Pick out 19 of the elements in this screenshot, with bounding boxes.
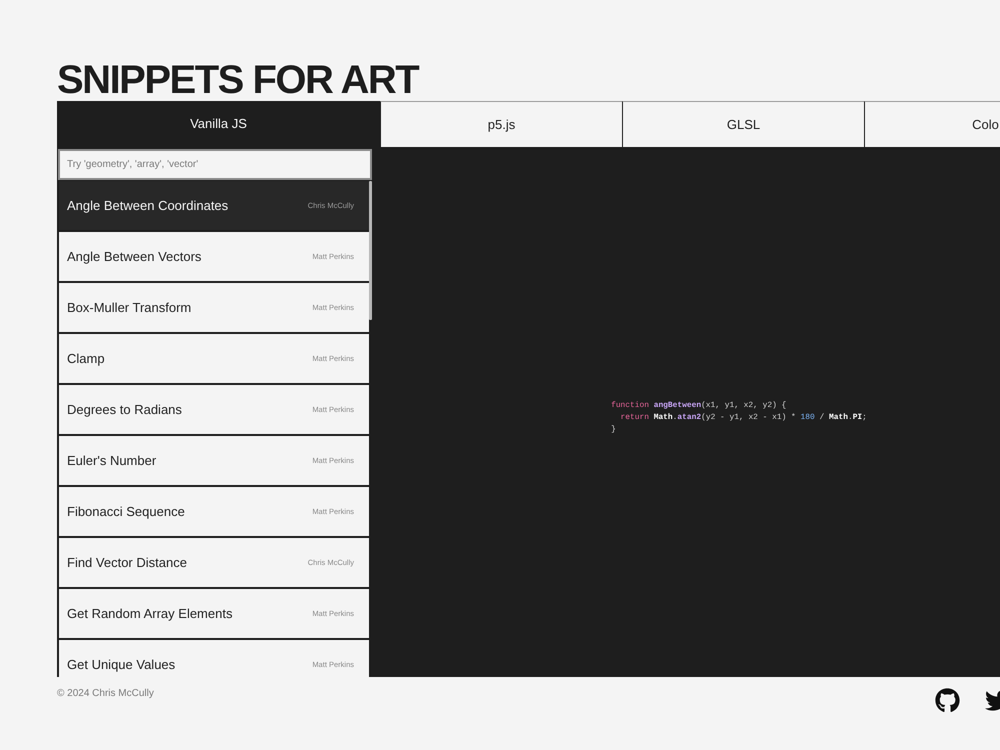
scrollbar-thumb[interactable] xyxy=(369,181,372,320)
copyright-text: © 2024 Chris McCully xyxy=(57,688,154,700)
snippet-title: Get Unique Values xyxy=(67,656,176,674)
snippet-title: Euler's Number xyxy=(67,452,156,470)
tab[interactable]: Vanilla JS xyxy=(57,101,380,147)
snippet-title: Fibonacci Sequence xyxy=(67,502,185,521)
snippet-title: Find Vector Distance xyxy=(67,554,187,572)
tab[interactable]: Colo xyxy=(864,101,1000,147)
search-field[interactable]: Try 'geometry', 'array', 'vector' xyxy=(58,149,372,180)
snippet-title: Get Random Array Elements xyxy=(67,604,232,623)
snippet-title: Angle Between Coordinates xyxy=(67,196,228,215)
tab[interactable]: GLSL xyxy=(622,101,864,147)
snippet-title: Clamp xyxy=(67,350,105,368)
snippet-title: Angle Between Vectors xyxy=(67,248,202,266)
snippet-title: Box-Muller Transform xyxy=(67,298,192,317)
github-icon[interactable] xyxy=(935,688,960,713)
snippet-title: Degrees to Radians xyxy=(67,400,182,419)
tab[interactable]: p5.js xyxy=(380,101,622,147)
page-title: SNIPPETS FOR ART xyxy=(57,60,418,101)
